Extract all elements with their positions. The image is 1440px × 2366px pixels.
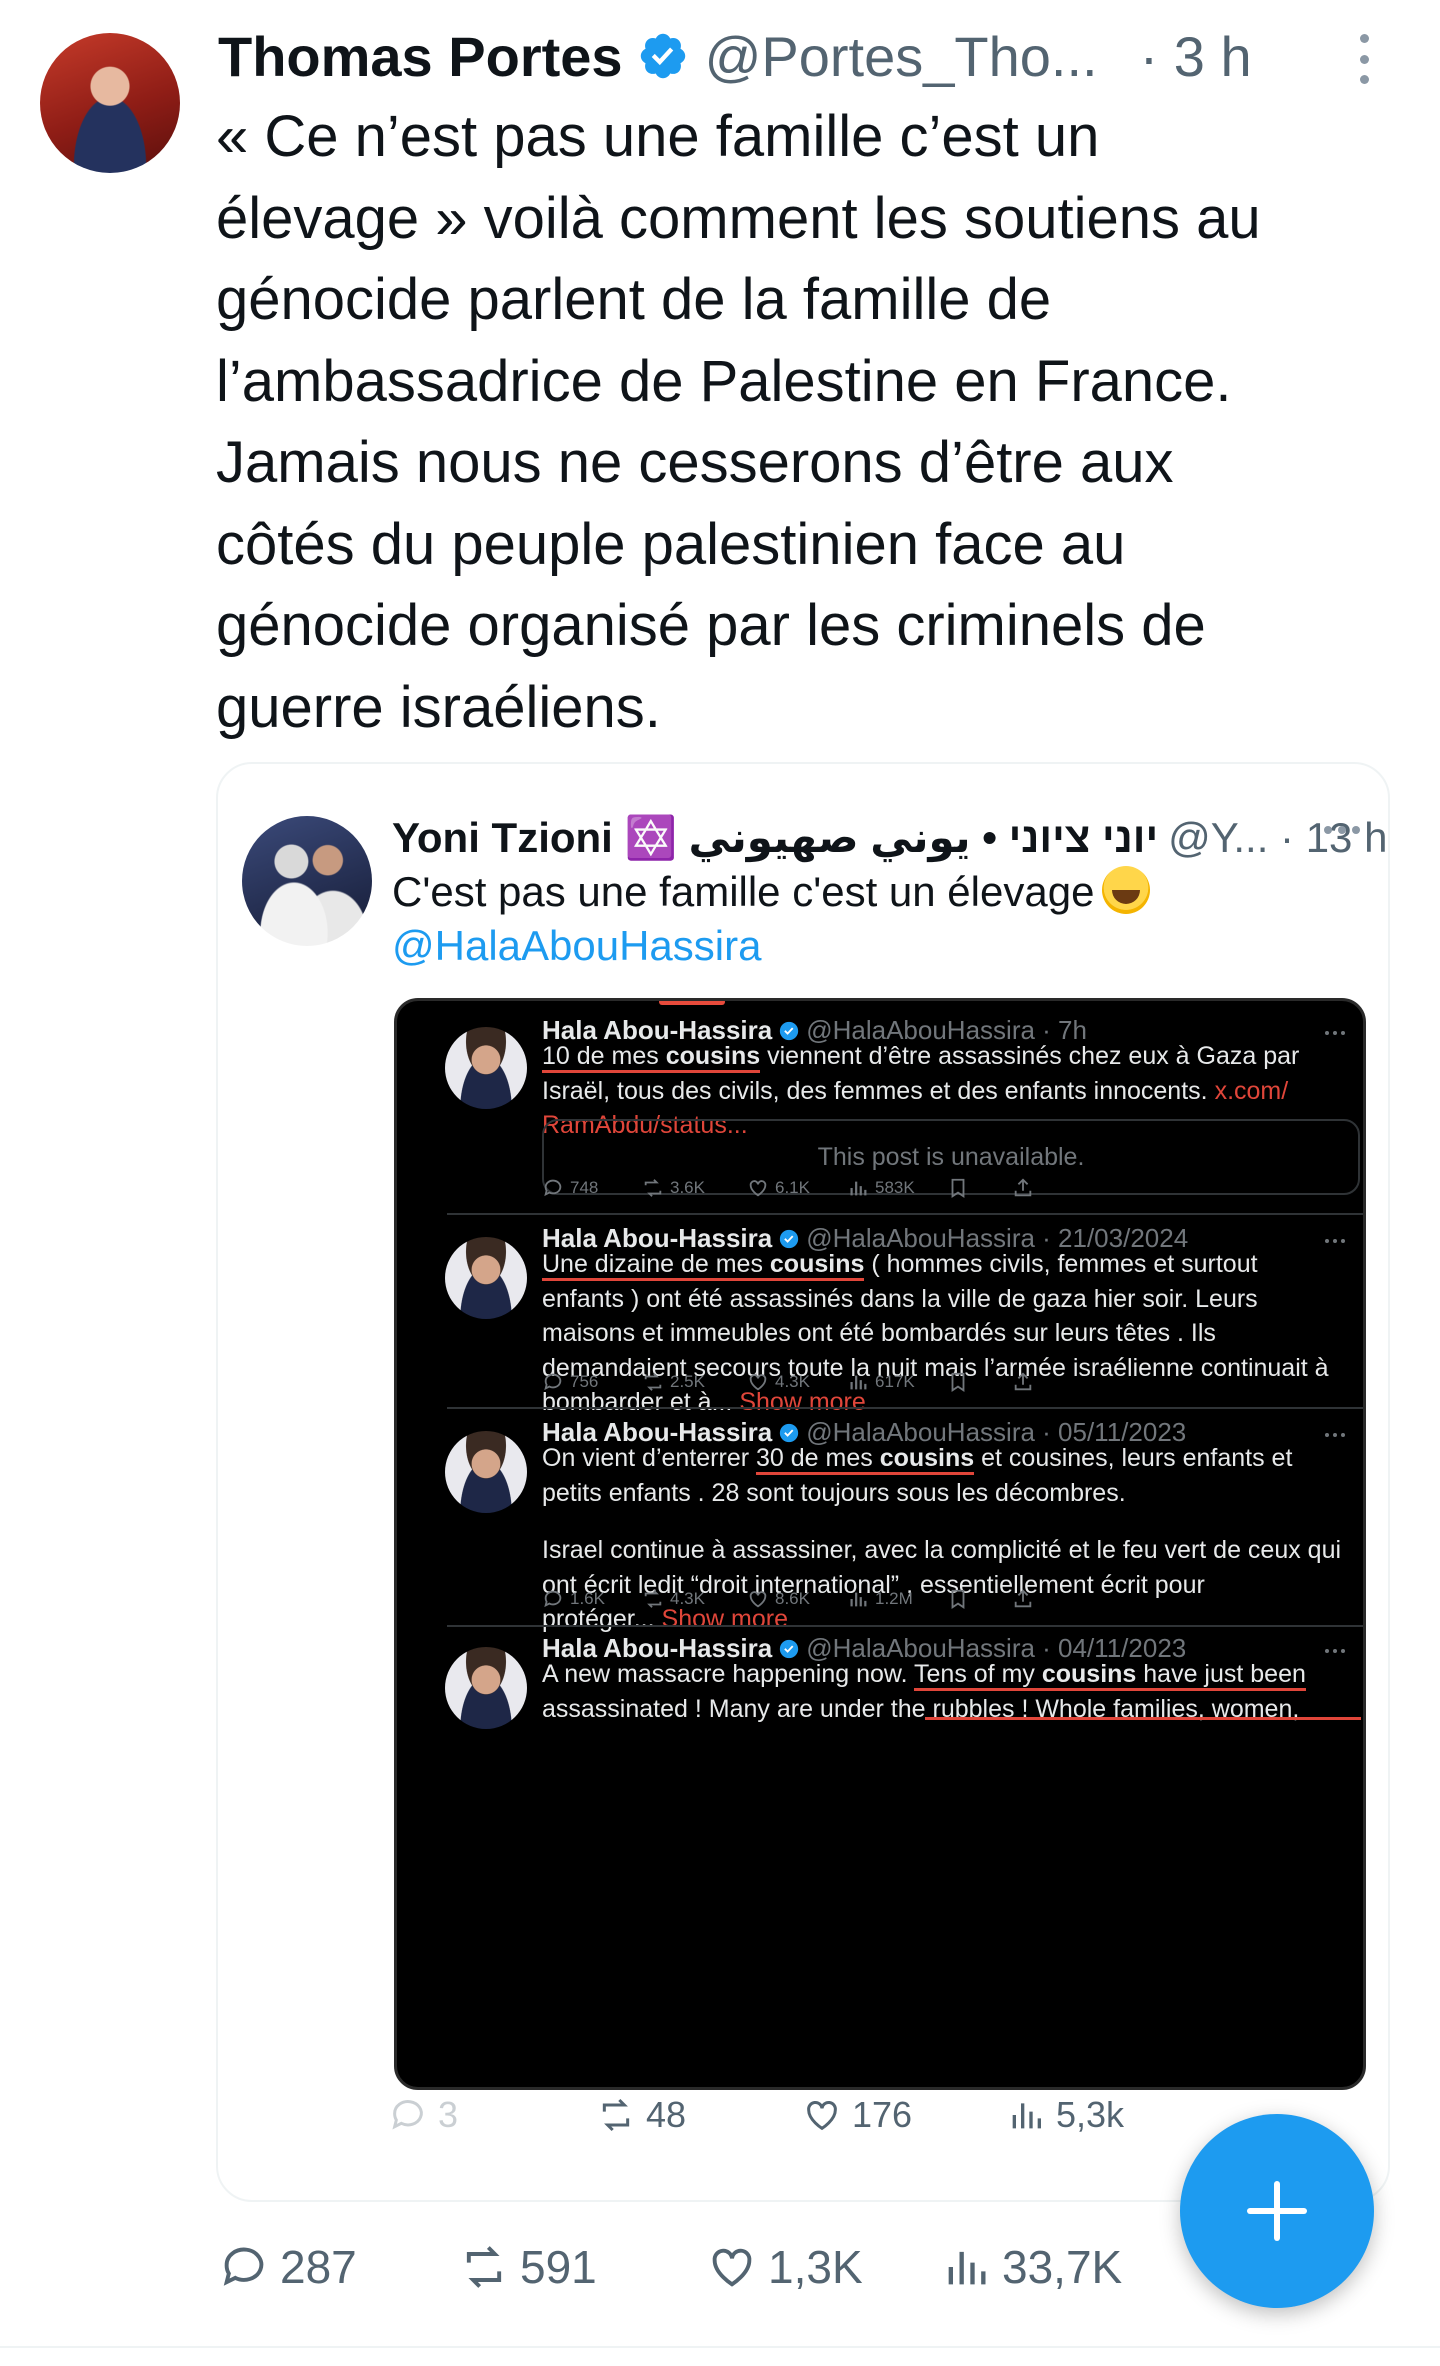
quoted-tweet-card[interactable]: Yoni Tzioni ✡️ יוני ציוני • يوني صهيوني … bbox=[216, 762, 1390, 2202]
bookmark-icon bbox=[951, 1178, 965, 1198]
quoted-repost-button[interactable]: 48 bbox=[596, 2094, 686, 2136]
reply-icon bbox=[544, 1590, 562, 1608]
quoted-like-button[interactable]: 176 bbox=[802, 2094, 912, 2136]
repost-icon bbox=[644, 1590, 662, 1608]
views-icon bbox=[850, 1375, 867, 1390]
more-options-icon[interactable] bbox=[1352, 34, 1376, 84]
tweet-text: « Ce n’est pas une famille c’est un élev… bbox=[216, 104, 1261, 740]
quoted-author-avatar[interactable] bbox=[242, 816, 372, 946]
screenshot-post-stats: 756 2.5K 4.3K 617K bbox=[542, 1371, 1302, 1401]
like-button[interactable]: 1,3K bbox=[706, 2240, 863, 2294]
like-icon bbox=[749, 1591, 767, 1608]
underline-mark bbox=[925, 1717, 1361, 1720]
reply-icon bbox=[544, 1179, 562, 1197]
share-icon bbox=[1014, 1372, 1032, 1391]
share-icon bbox=[1014, 1178, 1032, 1197]
quoted-author-name[interactable]: Yoni Tzioni ✡️ יוני ציוני • يوني صهيوني bbox=[392, 813, 1158, 863]
quoted-mention-link[interactable]: @HalaAbouHassira bbox=[392, 922, 761, 970]
screenshot-more-icon bbox=[1325, 1031, 1345, 1035]
compose-post-button[interactable] bbox=[1180, 2114, 1374, 2308]
views-icon bbox=[850, 1592, 867, 1607]
author-avatar[interactable] bbox=[40, 33, 180, 173]
quoted-more-icon[interactable] bbox=[1324, 826, 1360, 834]
like-icon bbox=[749, 1374, 767, 1391]
screenshot-avatar bbox=[445, 1237, 527, 1319]
views-icon bbox=[1012, 2103, 1041, 2129]
author-name[interactable]: Thomas Portes bbox=[218, 24, 623, 89]
repost-icon bbox=[602, 2098, 630, 2132]
bookmark-icon bbox=[951, 1372, 965, 1392]
heart-icon bbox=[712, 2248, 752, 2287]
screenshot-divider bbox=[447, 1213, 1363, 1215]
views-icon bbox=[850, 1181, 867, 1196]
divider bbox=[0, 2346, 1440, 2348]
screenshot-more-icon bbox=[1325, 1239, 1345, 1243]
screenshot-post-text: A new massacre happening now. Tens of my… bbox=[542, 1660, 1306, 1723]
quoted-author-handle[interactable]: @Y... · 13 h bbox=[1168, 814, 1387, 862]
tweet-header: Thomas Portes @Portes_Tho... · 3 h bbox=[218, 20, 1388, 92]
screenshot-more-icon bbox=[1325, 1433, 1345, 1437]
quoted-views-button[interactable]: 5,3k bbox=[1006, 2094, 1124, 2136]
screenshot-post-stats: 748 3.6K 6.1K 583K bbox=[542, 1177, 1302, 1207]
share-icon bbox=[1014, 1589, 1032, 1608]
reply-icon bbox=[544, 1373, 562, 1391]
screenshot-avatar bbox=[445, 1027, 527, 1109]
screenshot-more-icon bbox=[1325, 1649, 1345, 1653]
screenshot-indicator bbox=[659, 1001, 725, 1005]
quoted-tweet-text: C'est pas une famille c'est un élevage bbox=[392, 864, 1151, 920]
repost-icon bbox=[644, 1373, 662, 1391]
like-icon bbox=[749, 1180, 767, 1197]
screenshot-avatar bbox=[445, 1647, 527, 1729]
heart-icon bbox=[807, 2101, 837, 2131]
views-icon bbox=[948, 2251, 986, 2285]
reply-icon bbox=[392, 2100, 423, 2130]
tweet-timestamp[interactable]: · 3 h bbox=[1140, 24, 1252, 89]
sweat-smile-emoji-icon bbox=[1102, 866, 1151, 914]
screenshot-divider bbox=[447, 1625, 1363, 1627]
quoted-reply-button[interactable]: 3 bbox=[388, 2094, 458, 2136]
repost-button[interactable]: 591 bbox=[458, 2240, 597, 2294]
repost-icon bbox=[644, 1179, 662, 1197]
plus-icon bbox=[1247, 2181, 1307, 2241]
views-button[interactable]: 33,7K bbox=[940, 2240, 1122, 2294]
verified-badge-icon bbox=[640, 33, 685, 79]
screenshot-divider bbox=[447, 1407, 1363, 1409]
reply-button[interactable]: 287 bbox=[218, 2240, 357, 2294]
reply-icon bbox=[223, 2247, 264, 2286]
screenshot-avatar bbox=[445, 1431, 527, 1513]
author-handle[interactable]: @Portes_Tho... bbox=[705, 24, 1098, 89]
repost-icon bbox=[466, 2246, 502, 2288]
quoted-tweet-header: Yoni Tzioni ✡️ יוני ציוני • يوني صهيوني … bbox=[392, 808, 1387, 868]
bookmark-icon bbox=[951, 1589, 965, 1609]
embedded-screenshot-image[interactable]: Hala Abou-Hassira @HalaAbouHassira · 7h … bbox=[394, 998, 1366, 2090]
screenshot-post-stats: 1.6K 4.3K 8.6K 1.2M bbox=[542, 1588, 1302, 1618]
